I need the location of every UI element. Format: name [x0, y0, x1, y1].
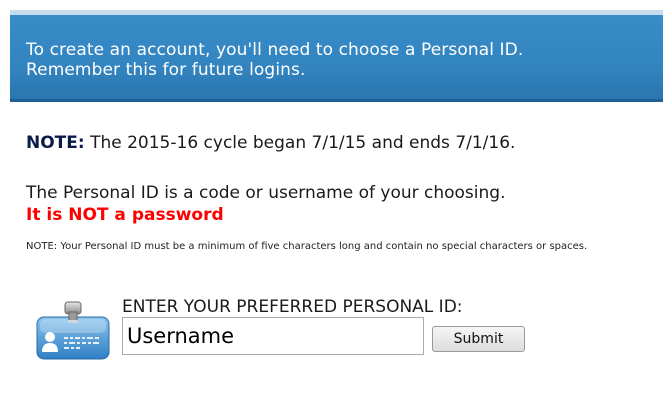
not-password-warning: It is NOT a password: [26, 205, 224, 225]
personal-id-requirements: NOTE: Your Personal ID must be a minimum…: [26, 241, 588, 252]
banner-line-1: To create an account, you'll need to cho…: [26, 40, 524, 60]
banner-text: To create an account, you'll need to cho…: [26, 40, 523, 80]
submit-button[interactable]: Submit: [432, 326, 525, 352]
personal-id-field-label: ENTER YOUR PREFERRED PERSONAL ID:: [122, 297, 463, 317]
cycle-note-label: NOTE:: [26, 133, 85, 153]
info-banner: To create an account, you'll need to cho…: [10, 10, 663, 102]
cycle-note-text: The 2015-16 cycle began 7/1/15 and ends …: [84, 133, 516, 153]
id-card-icon: [34, 300, 112, 362]
personal-id-input[interactable]: [122, 317, 424, 355]
personal-id-description: The Personal ID is a code or username of…: [26, 183, 506, 203]
cycle-note: NOTE: The 2015-16 cycle began 7/1/15 and…: [26, 133, 515, 153]
banner-line-2: Remember this for future logins.: [26, 60, 306, 80]
create-account-page: To create an account, you'll need to cho…: [0, 0, 663, 400]
